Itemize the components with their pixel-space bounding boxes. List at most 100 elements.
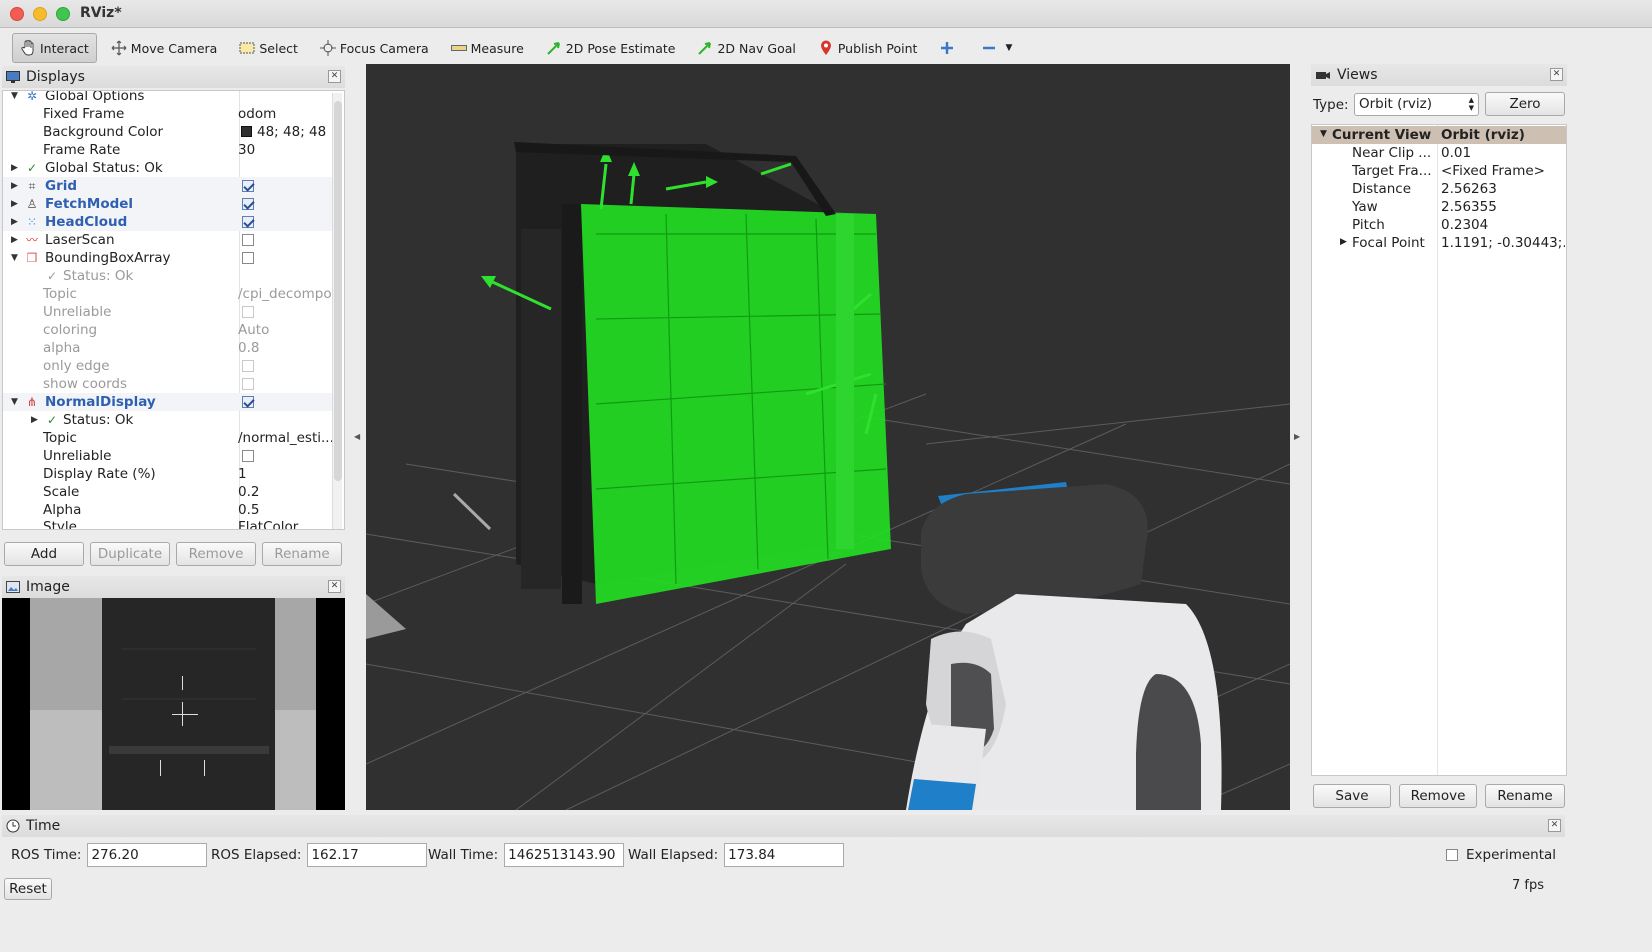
view-prop-row[interactable]: Distance 2.56263 (1312, 180, 1566, 198)
tree-row-global-options[interactable]: ▼ ✲ Global Options (3, 91, 333, 105)
collapse-left-panel-arrow[interactable]: ◀ (354, 432, 360, 441)
expand-arrow-icon[interactable]: ▼ (11, 397, 21, 407)
expand-arrow-icon[interactable]: ▶ (11, 217, 21, 227)
tree-row-bbox-coloring[interactable]: coloring Auto (3, 321, 333, 339)
remove-display-button[interactable]: Remove (176, 542, 256, 566)
remove-tool-button[interactable]: ▼ (973, 33, 1020, 63)
tree-row-nd-unreliable[interactable]: Unreliable (3, 447, 333, 465)
view-prop-row[interactable]: Target Fra... <Fixed Frame> (1312, 162, 1566, 180)
close-displays-panel-button[interactable]: ✕ (328, 70, 341, 83)
target-frame-value[interactable]: <Fixed Frame> (1441, 163, 1545, 179)
expand-arrow-icon[interactable]: ▼ (11, 253, 21, 263)
tree-row-nd-scale[interactable]: Scale 0.2 (3, 483, 333, 501)
expand-arrow-icon[interactable]: ▶ (1340, 237, 1347, 247)
laser-scan-enabled-checkbox[interactable] (242, 234, 254, 246)
distance-value[interactable]: 2.56263 (1441, 181, 1497, 197)
add-tool-button[interactable] (931, 33, 967, 63)
ros-time-field[interactable]: 276.20 (87, 843, 208, 867)
tree-row-head-cloud[interactable]: ▶ ⁙ HeadCloud (3, 213, 333, 231)
normal-display-enabled-checkbox[interactable] (242, 396, 254, 408)
nd-alpha-value[interactable]: 0.5 (238, 502, 333, 518)
tree-row-nd-topic[interactable]: Topic /normal_esti... (3, 429, 333, 447)
measure-tool[interactable]: Measure (443, 33, 532, 63)
expand-arrow-icon[interactable]: ▶ (11, 235, 21, 245)
tree-row-nd-style[interactable]: Style FlatColor (3, 519, 333, 529)
rename-display-button[interactable]: Rename (262, 542, 342, 566)
zero-view-button[interactable]: Zero (1485, 92, 1565, 116)
view-prop-row[interactable]: ▶ Focal Point 1.1191; -0.30443;... (1312, 234, 1566, 252)
displays-scrollbar[interactable] (332, 93, 342, 529)
tree-row-bbox-topic[interactable]: Topic /cpi_decompo... (3, 285, 333, 303)
nav-goal-tool[interactable]: 2D Nav Goal (689, 33, 803, 63)
tree-row-fetch-model[interactable]: ▶ ♙ FetchModel (3, 195, 333, 213)
nd-style-value[interactable]: FlatColor (238, 519, 333, 529)
bounding-box-array-enabled-checkbox[interactable] (242, 252, 254, 264)
move-camera-tool[interactable]: Move Camera (103, 33, 226, 63)
wall-elapsed-field[interactable]: 173.84 (724, 843, 845, 867)
nd-scale-value[interactable]: 0.2 (238, 484, 333, 500)
tree-row-nd-status[interactable]: ▶ ✓ Status: Ok (3, 411, 333, 429)
nd-display-rate-value[interactable]: 1 (238, 466, 333, 482)
remove-view-button[interactable]: Remove (1399, 784, 1477, 808)
tree-row-grid[interactable]: ▶ ⌗ Grid (3, 177, 333, 195)
pose-estimate-tool[interactable]: 2D Pose Estimate (538, 33, 684, 63)
publish-point-tool[interactable]: Publish Point (810, 33, 926, 63)
maximize-window-button[interactable] (56, 7, 70, 21)
pitch-value[interactable]: 0.2304 (1441, 217, 1488, 233)
nd-topic-value[interactable]: /normal_esti... (238, 430, 333, 446)
tree-row-fixed-frame[interactable]: Fixed Frame odom (3, 105, 333, 123)
expand-arrow-icon[interactable]: ▶ (31, 415, 41, 425)
current-view-row[interactable]: ▼ Current View Orbit (rviz) (1312, 126, 1566, 144)
collapse-right-panel-arrow[interactable]: ▶ (1294, 432, 1300, 441)
tree-row-normal-display[interactable]: ▼ ⋔ NormalDisplay (3, 393, 333, 411)
interact-tool[interactable]: Interact (12, 33, 97, 63)
expand-arrow-icon[interactable]: ▶ (11, 199, 21, 209)
yaw-value[interactable]: 2.56355 (1441, 199, 1497, 215)
tree-row-bbox-show-coords[interactable]: show coords (3, 375, 333, 393)
rename-view-button[interactable]: Rename (1485, 784, 1565, 808)
close-time-panel-button[interactable]: ✕ (1548, 819, 1561, 832)
focal-point-value[interactable]: 1.1191; -0.30443;... (1441, 235, 1565, 251)
focus-camera-tool[interactable]: Focus Camera (312, 33, 437, 63)
minimize-window-button[interactable] (33, 7, 47, 21)
tree-row-bbox-only-edge[interactable]: only edge (3, 357, 333, 375)
duplicate-display-button[interactable]: Duplicate (90, 542, 170, 566)
grid-enabled-checkbox[interactable] (242, 180, 254, 192)
fixed-frame-value[interactable]: odom (238, 106, 333, 122)
bbox-only-edge-checkbox[interactable] (242, 360, 254, 372)
bbox-alpha-value[interactable]: 0.8 (238, 340, 333, 356)
view-prop-row[interactable]: Near Clip ... 0.01 (1312, 144, 1566, 162)
bbox-show-coords-checkbox[interactable] (242, 378, 254, 390)
head-cloud-enabled-checkbox[interactable] (242, 216, 254, 228)
close-window-button[interactable] (10, 7, 24, 21)
expand-arrow-icon[interactable]: ▶ (11, 163, 21, 173)
reset-button[interactable]: Reset (4, 878, 52, 900)
bbox-unreliable-checkbox[interactable] (242, 306, 254, 318)
nd-unreliable-checkbox[interactable] (242, 450, 254, 462)
tree-row-nd-display-rate[interactable]: Display Rate (%) 1 (3, 465, 333, 483)
view-type-select[interactable]: Orbit (rviz) ▲ ▼ (1354, 93, 1479, 116)
tree-row-laser-scan[interactable]: ▶ 〰 LaserScan (3, 231, 333, 249)
view-prop-row[interactable]: Pitch 0.2304 (1312, 216, 1566, 234)
tree-row-bbox-unreliable[interactable]: Unreliable (3, 303, 333, 321)
select-tool[interactable]: Select (231, 33, 306, 63)
bbox-topic-value[interactable]: /cpi_decompo... (238, 286, 333, 302)
view-prop-row[interactable]: Yaw 2.56355 (1312, 198, 1566, 216)
expand-arrow-icon[interactable]: ▼ (1320, 129, 1327, 139)
tree-row-background-color[interactable]: Background Color 48; 48; 48 (3, 123, 333, 141)
color-swatch[interactable] (241, 126, 252, 137)
ros-elapsed-field[interactable]: 162.17 (307, 843, 428, 867)
close-image-panel-button[interactable]: ✕ (328, 580, 341, 593)
wall-time-field[interactable]: 1462513143.90 (504, 843, 625, 867)
tree-row-bounding-box-array[interactable]: ▼ ❒ BoundingBoxArray (3, 249, 333, 267)
frame-rate-value[interactable]: 30 (238, 142, 333, 158)
scrollbar-thumb[interactable] (334, 101, 342, 481)
bbox-coloring-value[interactable]: Auto (238, 322, 333, 338)
save-view-button[interactable]: Save (1313, 784, 1391, 808)
experimental-checkbox[interactable] (1446, 849, 1458, 861)
close-views-panel-button[interactable]: ✕ (1550, 68, 1563, 81)
tree-row-bbox-alpha[interactable]: alpha 0.8 (3, 339, 333, 357)
fetch-model-enabled-checkbox[interactable] (242, 198, 254, 210)
expand-arrow-icon[interactable]: ▶ (11, 181, 21, 191)
tree-row-nd-alpha[interactable]: Alpha 0.5 (3, 501, 333, 519)
